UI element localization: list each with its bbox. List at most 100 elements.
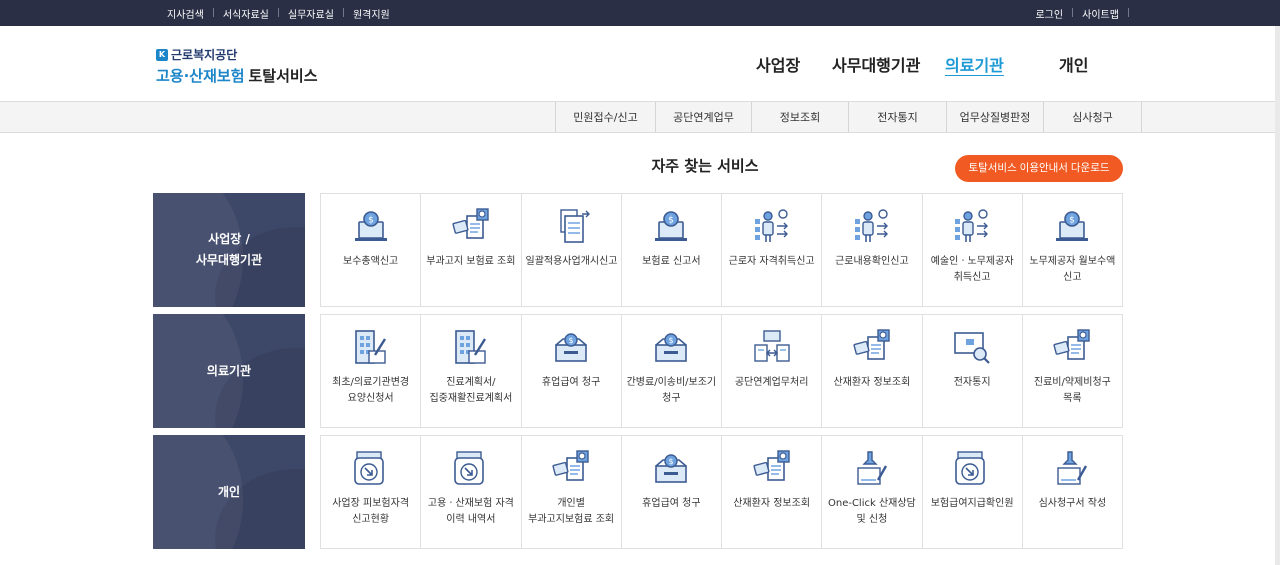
svg-text:$: $: [669, 336, 674, 345]
service-tile[interactable]: $ 간병료/이송비/보조기 청구: [621, 315, 722, 427]
service-tile-label: 보험급여지급확인원: [930, 498, 1014, 509]
service-tile[interactable]: One-Click 산재상담 및 신청: [822, 436, 923, 548]
separator: |: [1126, 8, 1130, 18]
service-tile[interactable]: $ 휴업급여 청구: [621, 436, 722, 548]
category-label-line: 의료기관: [206, 363, 252, 378]
service-tile[interactable]: 산재환자 정보조회: [722, 436, 823, 548]
service-tile[interactable]: 전자통지: [922, 315, 1023, 427]
service-tile[interactable]: 근로자 자격취득신고: [722, 194, 823, 306]
money-box-icon: $: [551, 327, 591, 367]
top-right-link-0[interactable]: 로그인: [1027, 6, 1071, 21]
page-scrollbar[interactable]: [1275, 26, 1280, 565]
tray-arrow-icon: [451, 448, 491, 488]
service-tile[interactable]: $ 보험료 신고서: [621, 194, 722, 306]
category-label: 개인: [218, 482, 240, 503]
tray-arrow-icon: [952, 448, 992, 488]
service-tile-label: 공단연계업무처리: [734, 377, 809, 388]
category-label-line: 사무대행기관: [195, 253, 263, 267]
service-tile[interactable]: 진료계획서/집중재활진료계획서: [421, 315, 522, 427]
service-tile-label: 부과고지 보험료 조회: [426, 256, 516, 267]
service-tile[interactable]: 산재환자 정보조회: [822, 315, 923, 427]
service-tile-label: One-Click 산재상담 및 신청: [827, 498, 916, 525]
service-tile-label: 보수총액신고: [343, 256, 399, 267]
service-tile[interactable]: 공단연계업무처리: [722, 315, 823, 427]
service-tile[interactable]: 부과고지 보험료 조회: [421, 194, 522, 306]
service-tile-label: 노무제공자 월보수액 신고: [1029, 256, 1116, 283]
service-tile-label: 일괄적용사업개시신고: [525, 256, 618, 267]
person-chart-icon: [852, 206, 892, 246]
gnb-workplace[interactable]: 사업장: [756, 52, 800, 76]
service-tile[interactable]: 진료비/약제비청구 목록: [1022, 315, 1123, 427]
logo-name-colored: 고용·산재보험: [156, 67, 245, 85]
logo-name-dark: 토탈서비스: [248, 67, 318, 85]
top-left-link-3[interactable]: 원격지원: [345, 6, 398, 21]
utility-links-right: 로그인 | 사이트맵 |: [1027, 0, 1130, 26]
gnb-individual[interactable]: 개인: [1059, 52, 1088, 76]
gnb-agency[interactable]: 사무대행기관: [832, 52, 920, 76]
svg-text:$: $: [368, 216, 374, 226]
money-box-icon: $: [651, 327, 691, 367]
service-tile-label: 휴업급여 청구: [541, 377, 601, 388]
service-tile-label: 근로자 자격취득신고: [728, 256, 815, 267]
service-tile[interactable]: 예술인ㆍ노무제공자 취득신고: [922, 194, 1023, 306]
service-grid-1: 최초/의료기관변경 요양신청서 진료계획서/집중재활진료계획서 $ 휴업급여 청구 $ 간…: [320, 314, 1123, 428]
service-tile-label: 개인별 부과고지보험료 조회: [528, 498, 615, 525]
document-search-icon: [1052, 327, 1092, 367]
service-tile[interactable]: 보험급여지급확인원: [922, 436, 1023, 548]
stamp-pen-icon: [1052, 448, 1092, 488]
service-tile[interactable]: 고용ㆍ산재보험 자격 이력 내역서: [421, 436, 522, 548]
guide-download-button[interactable]: 토탈서비스 이용안내서 다운로드: [955, 155, 1123, 182]
service-tile-label: 전자통지: [953, 377, 991, 388]
svg-text:$: $: [569, 336, 574, 345]
monitor-search-icon: [952, 327, 992, 367]
submenu-item-4[interactable]: 업무상질병판정: [947, 102, 1044, 133]
service-tile-label: 사업장 피보험자격 신고현황: [332, 498, 410, 525]
logo-org-text: 근로복지공단: [171, 48, 238, 62]
service-tile-label: 진료계획서/집중재활진료계획서: [429, 377, 513, 404]
top-left-link-1[interactable]: 서식자료실: [215, 6, 277, 21]
submenu-item-1[interactable]: 공단연계업무: [656, 102, 752, 133]
category-label: 의료기관: [207, 361, 251, 382]
submenu-item-5[interactable]: 심사청구: [1044, 102, 1142, 133]
category-panel-1: 의료기관: [153, 314, 305, 428]
svg-text:$: $: [669, 216, 675, 226]
logo-mark-icon: K: [156, 48, 168, 61]
service-grid-0: $ 보수총액신고 부과고지 보험료 조회 일괄적용사업개시신고 $ 보험료 신고서 근로자 …: [320, 193, 1123, 307]
submenu-item-2[interactable]: 정보조회: [752, 102, 849, 133]
money-laptop-icon: $: [651, 206, 691, 246]
documents-arrow-icon: [551, 206, 591, 246]
top-left-link-2[interactable]: 실무자료실: [280, 6, 342, 21]
top-left-link-0[interactable]: 지사검색: [159, 6, 212, 21]
service-tile-label: 예술인ㆍ노무제공자 취득신고: [930, 256, 1014, 283]
document-search-icon: [752, 448, 792, 488]
service-tile-label: 보험료 신고서: [642, 256, 701, 267]
sub-menu-bar: 민원접수/신고 공단연계업무 정보조회 전자통지 업무상질병판정 심사청구: [0, 102, 1280, 133]
utility-links-left: 지사검색 | 서식자료실 | 실무자료실 | 원격지원: [159, 0, 398, 26]
service-tile[interactable]: 개인별 부과고지보험료 조회: [521, 436, 622, 548]
document-search-icon: [451, 206, 491, 246]
category-label: 사업장 / 사무대행기관: [196, 229, 262, 271]
svg-text:$: $: [1070, 216, 1076, 226]
tray-arrow-icon: [351, 448, 391, 488]
service-tile[interactable]: $ 노무제공자 월보수액 신고: [1022, 194, 1123, 306]
service-tile[interactable]: 최초/의료기관변경 요양신청서: [321, 315, 422, 427]
gnb-medical[interactable]: 의료기관: [945, 52, 1004, 76]
top-right-link-1[interactable]: 사이트맵: [1074, 6, 1127, 21]
service-tile[interactable]: $ 휴업급여 청구: [521, 315, 622, 427]
service-tile-label: 고용ㆍ산재보험 자격 이력 내역서: [427, 498, 514, 525]
service-tile[interactable]: 일괄적용사업개시신고: [521, 194, 622, 306]
section-title: 자주 찾는 서비스: [651, 157, 759, 175]
service-tile[interactable]: $ 보수총액신고: [321, 194, 422, 306]
service-tile[interactable]: 심사청구서 작성: [1022, 436, 1123, 548]
service-tile[interactable]: 사업장 피보험자격 신고현황: [321, 436, 422, 548]
building-pen-icon: [351, 327, 391, 367]
building-pen-icon: [451, 327, 491, 367]
svg-text:$: $: [669, 457, 674, 466]
submenu-item-0[interactable]: 민원접수/신고: [556, 102, 656, 133]
submenu-item-3[interactable]: 전자통지: [849, 102, 947, 133]
top-utility-bar: 지사검색 | 서식자료실 | 실무자료실 | 원격지원 로그인 | 사이트맵 |: [0, 0, 1280, 26]
service-tile[interactable]: 근로내용확인신고: [822, 194, 923, 306]
service-tile-label: 최초/의료기관변경 요양신청서: [332, 377, 410, 404]
service-tile-label: 근로내용확인신고: [835, 256, 909, 267]
site-logo[interactable]: K 근로복지공단 고용·산재보험 토탈서비스: [156, 46, 318, 86]
